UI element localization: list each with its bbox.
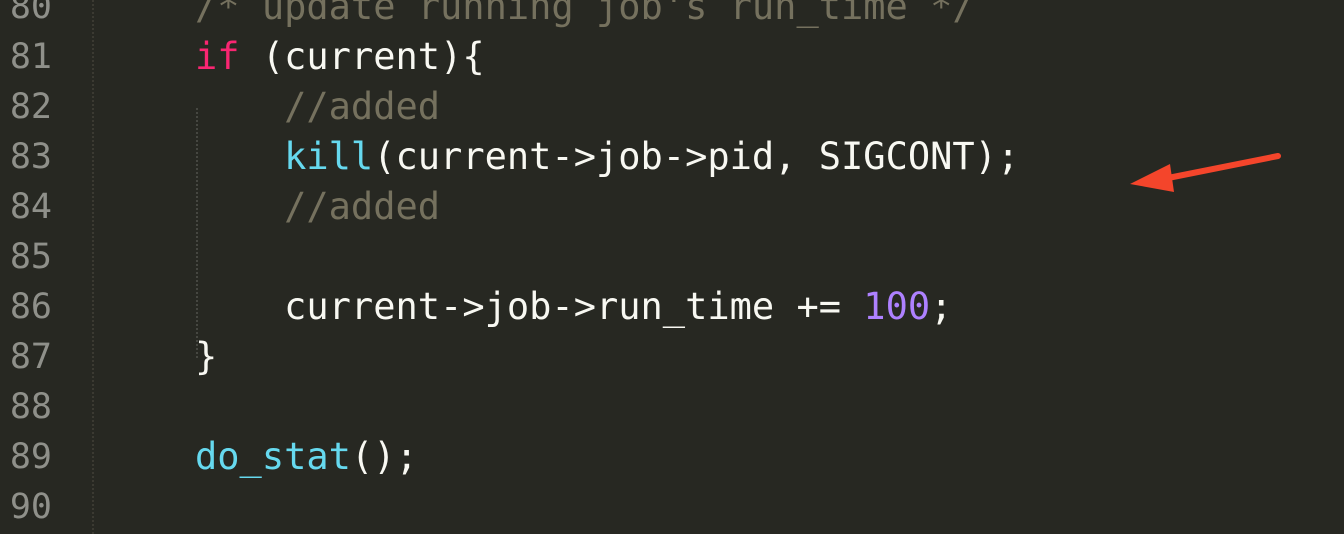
line-number: 80 [9, 0, 52, 27]
line-number: 87 [9, 337, 52, 377]
code-editor[interactable]: 80 81 82 83 84 85 86 87 88 89 90 /* update running… [0, 0, 1344, 534]
code-line[interactable]: //added [195, 182, 440, 232]
line-number: 88 [9, 387, 52, 427]
code-line[interactable]: do_stat(); [195, 432, 418, 482]
gutter-separator [92, 0, 94, 534]
token-function: kill [284, 135, 374, 178]
line-number: 83 [9, 137, 52, 177]
token-comment: //added [284, 185, 441, 228]
red-arrow-icon [1130, 153, 1281, 192]
code-line[interactable]: current->job->run_time += 100; [195, 282, 952, 332]
arrow-shaft [1155, 153, 1281, 183]
code-line[interactable]: /* update running job's run_time */ [195, 0, 975, 32]
token-plain: (); [350, 435, 418, 478]
token-plain: (current->job->pid, SIGCONT); [373, 135, 1020, 178]
line-number: 89 [9, 437, 52, 477]
code-line[interactable]: //added [195, 82, 440, 132]
token-function: do_stat [195, 435, 351, 478]
token-keyword: if [195, 35, 240, 78]
arrow-head [1130, 164, 1174, 192]
line-number: 84 [9, 187, 52, 227]
line-number: 85 [9, 237, 52, 277]
token-plain: } [195, 335, 218, 378]
token-comment: /* update running job's run_time */ [195, 0, 975, 28]
line-number: 86 [9, 287, 52, 327]
code-line[interactable]: } [195, 332, 217, 382]
line-number: 81 [9, 37, 52, 77]
line-number: 90 [9, 487, 52, 527]
code-line[interactable]: kill(current->job->pid, SIGCONT); [195, 132, 1019, 182]
token-plain: (current){ [239, 35, 485, 78]
token-comment: //added [284, 85, 441, 128]
code-line[interactable]: if (current){ [195, 32, 485, 82]
token-plain: current->job->run_time += [284, 285, 864, 328]
line-number: 82 [9, 87, 52, 127]
token-number: 100 [863, 285, 931, 328]
token-plain: ; [930, 285, 953, 328]
line-number-gutter: 80 81 82 83 84 85 86 87 88 89 90 [0, 0, 80, 534]
